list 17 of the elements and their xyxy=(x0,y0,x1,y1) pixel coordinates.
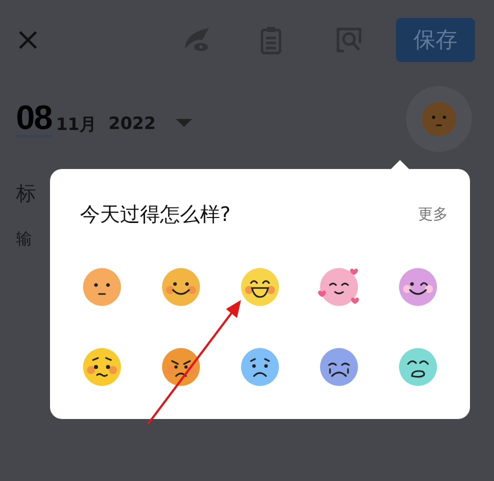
angry-face-icon[interactable] xyxy=(161,347,201,387)
popup-title: 今天过得怎么样? xyxy=(80,201,231,228)
sad-face-icon[interactable] xyxy=(240,347,280,387)
more-link[interactable]: 更多 xyxy=(418,205,448,224)
wink-face-icon[interactable] xyxy=(398,267,438,307)
worried-face-icon[interactable] xyxy=(82,347,122,387)
grin-face-icon[interactable] xyxy=(240,267,280,307)
sob-face-icon[interactable] xyxy=(398,347,438,387)
neutral-face-icon[interactable] xyxy=(82,267,122,307)
neutral-face-icon xyxy=(421,101,457,137)
love-face-icon[interactable] xyxy=(319,267,359,307)
year-label[interactable]: 2022 xyxy=(108,114,156,134)
save-button[interactable]: 保存 xyxy=(396,18,475,62)
day-number[interactable]: 08 xyxy=(16,100,52,138)
crying-face-icon[interactable] xyxy=(319,347,359,387)
month-label[interactable]: 11月 xyxy=(56,112,96,136)
smile-face-icon[interactable] xyxy=(161,267,201,307)
